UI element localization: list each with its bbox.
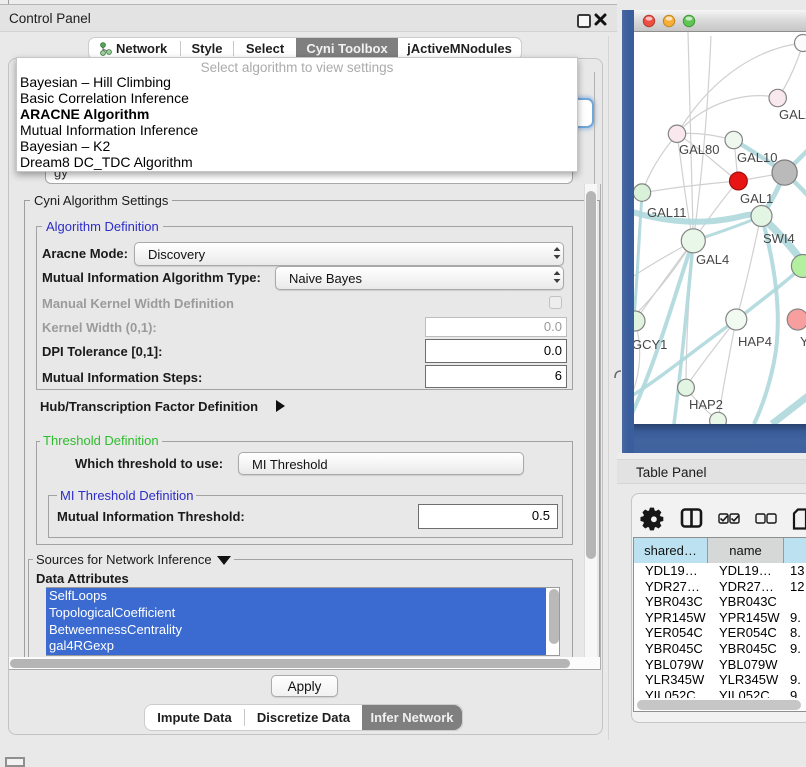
svg-text:GAL11: GAL11 [647, 205, 687, 220]
svg-text:HAP2: HAP2 [689, 397, 723, 412]
svg-text:GAL80: GAL80 [679, 142, 719, 157]
svg-text:GAL2: GAL2 [779, 107, 806, 122]
svg-text:GAL4: GAL4 [696, 252, 729, 267]
svg-text:GAL10: GAL10 [737, 150, 777, 165]
svg-text:GCY1: GCY1 [634, 337, 667, 352]
svg-text:GAL1: GAL1 [740, 191, 773, 206]
svg-text:SWI4: SWI4 [763, 231, 795, 246]
svg-text:HAP4: HAP4 [738, 334, 772, 349]
svg-text:Y: Y [800, 334, 806, 349]
